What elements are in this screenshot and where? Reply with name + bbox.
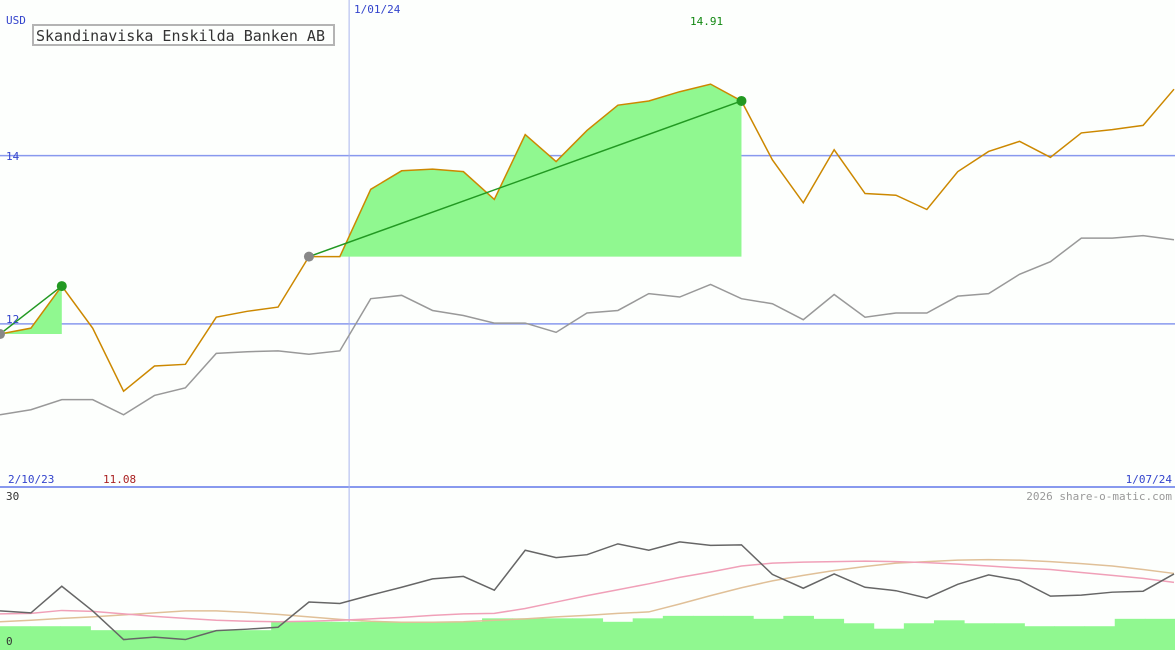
volume-bar xyxy=(873,628,905,650)
date-label-mid: 1/01/24 xyxy=(354,3,401,16)
volume-bar xyxy=(723,615,754,650)
compare-line xyxy=(0,234,1175,416)
volume-bar xyxy=(843,623,875,650)
volume-bar xyxy=(964,623,995,650)
volume-bar xyxy=(301,621,332,650)
volume-bar xyxy=(361,621,393,650)
low-value-label: 11.08 xyxy=(103,473,136,486)
volume-bar xyxy=(753,618,784,650)
watermark: 2026 share-o-matic.com xyxy=(1026,490,1172,503)
volume-bar xyxy=(241,630,272,650)
volume-bar xyxy=(692,615,724,650)
volume-bar xyxy=(512,618,543,650)
volume-bar xyxy=(271,621,302,650)
volume-bar xyxy=(331,621,363,650)
volume-bar xyxy=(0,626,31,650)
volume-bar xyxy=(1114,618,1146,650)
volume-bar xyxy=(813,618,845,650)
date-label-end: 1/07/24 xyxy=(1126,473,1173,486)
trend-start-point-1 xyxy=(303,251,314,262)
volume-bar xyxy=(632,618,664,650)
volume-bar xyxy=(391,621,423,650)
volume-bar xyxy=(602,621,634,650)
trend-end-point-1 xyxy=(736,95,747,106)
volume-bar xyxy=(994,623,1025,650)
currency-label: USD xyxy=(6,14,26,27)
sub-y-tick-30: 30 xyxy=(6,490,19,503)
volume-bar xyxy=(572,618,604,650)
volume-bar xyxy=(1024,626,1055,650)
highlight-area-1 xyxy=(308,84,742,257)
y-tick-12: 12 xyxy=(6,313,19,326)
volume-bar xyxy=(1054,626,1086,650)
sub-y-tick-0: 0 xyxy=(6,635,13,648)
volume-bar xyxy=(451,621,483,650)
volume-bar xyxy=(30,626,61,650)
highlight-areas xyxy=(0,84,742,335)
volume-bar xyxy=(1084,626,1116,650)
avg-fast-line xyxy=(0,560,1175,623)
avg-slow-line xyxy=(0,558,1175,624)
y-tick-14: 14 xyxy=(6,150,20,163)
volume-bar xyxy=(60,626,91,650)
volume-bar xyxy=(1144,618,1175,650)
price-chart: USD 14 12 1/01/24 14.91 2/10/23 11.08 1/… xyxy=(0,0,1175,650)
volume-bar xyxy=(421,621,453,650)
volume-bar xyxy=(210,630,242,650)
volume-bar xyxy=(662,615,694,650)
volume-bar xyxy=(150,630,182,650)
indicator-panel xyxy=(0,541,1175,650)
volume-bar xyxy=(783,615,814,650)
date-label-start: 2/10/23 xyxy=(8,473,54,486)
grid-lines xyxy=(0,0,1175,650)
volume-bar xyxy=(482,618,513,650)
volume-bar xyxy=(903,623,935,650)
chart-title: Skandinaviska Enskilda Banken AB xyxy=(36,27,325,45)
high-value-label: 14.91 xyxy=(690,15,723,28)
volume-bar xyxy=(542,618,573,650)
trend-end-point-0 xyxy=(56,281,67,292)
volume-bar xyxy=(933,620,965,650)
